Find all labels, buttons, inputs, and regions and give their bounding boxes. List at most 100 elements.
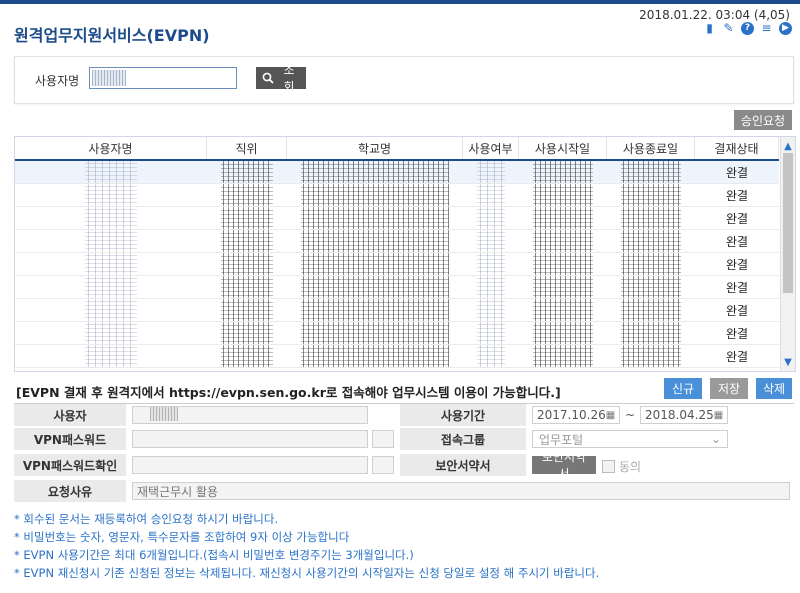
table-row[interactable]: 완결 <box>15 322 779 345</box>
redacted-cell <box>287 253 463 275</box>
access-group-value: 업무포털 <box>539 432 584 447</box>
table-row[interactable]: 완결 <box>15 253 779 276</box>
vpn-password-input[interactable] <box>132 430 368 448</box>
redacted-cell <box>607 345 695 367</box>
redaction-noise <box>221 299 273 321</box>
redacted-cell <box>15 207 207 229</box>
start-date-input[interactable]: 2017.10.26 ▦ <box>532 406 620 424</box>
vpn-password-confirm-input[interactable] <box>132 456 368 474</box>
redacted-cell <box>607 276 695 298</box>
table-row[interactable]: 완결 <box>15 207 779 230</box>
redaction-noise <box>621 299 681 321</box>
form-row-vpn-pw-confirm: VPN패스워드확인 보안서약서 보안서약서 동의 <box>14 450 794 481</box>
delete-button[interactable]: 삭제 <box>756 378 792 399</box>
redacted-cell <box>607 253 695 275</box>
redaction-noise <box>85 253 137 275</box>
vpn-pw-check-box <box>372 430 394 448</box>
grid-header: 사용자명 직위 학교명 사용여부 사용시작일 사용종료일 결재상태 <box>15 137 779 161</box>
access-group-select[interactable]: 업무포털 ⌄ <box>532 430 728 448</box>
redaction-noise <box>533 253 593 275</box>
security-pledge-button[interactable]: 보안서약서 <box>532 450 596 481</box>
table-row[interactable]: 완결 <box>15 161 779 184</box>
redaction-noise <box>221 161 273 183</box>
redaction-noise <box>477 184 505 206</box>
redacted-cell <box>15 299 207 321</box>
save-button[interactable]: 저장 <box>710 378 748 399</box>
redaction-noise <box>85 345 137 367</box>
grid-scrollbar[interactable]: ▲ ▼ <box>780 137 795 371</box>
form-row-reason: 요청사유 재택근무시 활용 <box>14 480 794 503</box>
redacted-cell <box>463 253 519 275</box>
status-cell: 완결 <box>725 257 749 272</box>
col-header[interactable]: 사용여부 <box>463 137 519 159</box>
redaction-noise <box>477 161 505 183</box>
play-icon[interactable]: ▶ <box>779 22 792 35</box>
status-cell: 완결 <box>725 280 749 295</box>
redacted-user <box>150 407 178 421</box>
redacted-cell <box>287 322 463 344</box>
edit-icon[interactable]: ✎ <box>722 22 735 35</box>
col-header[interactable]: 사용시작일 <box>519 137 607 159</box>
redaction-noise <box>301 184 449 206</box>
redacted-cell <box>15 253 207 275</box>
table-row[interactable]: 완결 <box>15 345 779 368</box>
search-label: 사용자명 <box>35 74 80 88</box>
redaction-noise <box>533 207 593 229</box>
redacted-cell <box>463 207 519 229</box>
col-header[interactable]: 결재상태 <box>695 137 779 159</box>
redacted-cell <box>287 207 463 229</box>
search-button[interactable]: 조회 <box>256 63 306 94</box>
scroll-thumb[interactable] <box>783 153 793 293</box>
redaction-noise <box>477 322 505 344</box>
chat-icon[interactable]: ▮ <box>703 22 716 35</box>
table-row[interactable]: 완결 <box>15 184 779 207</box>
checkbox-icon[interactable] <box>602 460 615 473</box>
redacted-cell <box>207 161 287 183</box>
redacted-cell <box>15 230 207 252</box>
reason-input[interactable]: 재택근무시 활용 <box>132 482 790 500</box>
table-row[interactable]: 완결 <box>15 299 779 322</box>
start-date-value: 2017.10.26 <box>537 408 606 422</box>
redaction-noise <box>221 230 273 252</box>
calendar-icon[interactable]: ▦ <box>714 410 723 421</box>
list-icon[interactable]: ≡ <box>760 22 773 35</box>
col-header[interactable]: 학교명 <box>287 137 463 159</box>
redacted-cell <box>207 253 287 275</box>
status-cell: 완결 <box>725 349 749 364</box>
col-header[interactable]: 사용종료일 <box>607 137 695 159</box>
note-item: * EVPN 재신청시 기존 신청된 정보는 삭제됩니다. 재신청시 사용기간의… <box>14 566 600 580</box>
help-icon[interactable]: ? <box>741 22 754 35</box>
table-row[interactable]: 완결 <box>15 276 779 299</box>
redaction-noise <box>621 322 681 344</box>
agree-checkbox[interactable]: 동의 <box>602 458 641 475</box>
redaction-noise <box>221 322 273 344</box>
redaction-noise <box>621 253 681 275</box>
header-toolbar: ▮ ✎ ? ≡ ▶ <box>703 22 792 35</box>
redaction-noise <box>221 207 273 229</box>
table-row[interactable]: 완결 <box>15 230 779 253</box>
col-header[interactable]: 사용자명 <box>15 137 207 159</box>
status-cell: 완결 <box>725 188 749 203</box>
user-label: 사용자 <box>14 404 126 427</box>
request-form: 사용자 사용기간 2017.10.26 ▦ ~ 2018.04.25 ▦ VPN패스… <box>14 403 794 503</box>
col-header[interactable]: 직위 <box>207 137 287 159</box>
datetime-display: 2018.01.22. 03:04 (4,05) <box>639 8 790 22</box>
end-date-input[interactable]: 2018.04.25 ▦ <box>640 406 728 424</box>
redacted-cell <box>15 276 207 298</box>
approve-request-button[interactable]: 승인요청 <box>734 110 792 130</box>
redacted-cell <box>519 207 607 229</box>
evpn-notice: [EVPN 결재 후 원격지에서 https://evpn.sen.go.kr로… <box>16 385 561 400</box>
redacted-cell <box>607 299 695 321</box>
vpn-pw-confirm-check-box <box>372 456 394 474</box>
chevron-down-icon[interactable]: ▼ <box>781 355 795 369</box>
status-cell: 완결 <box>725 303 749 318</box>
redacted-cell <box>607 184 695 206</box>
calendar-icon[interactable]: ▦ <box>606 410 615 421</box>
redaction-noise <box>533 161 593 183</box>
redacted-cell <box>463 322 519 344</box>
new-button[interactable]: 신규 <box>664 378 702 399</box>
chevron-up-icon[interactable]: ▲ <box>781 139 795 153</box>
redacted-cell <box>519 299 607 321</box>
status-cell: 완결 <box>725 211 749 226</box>
note-item: * EVPN 사용기간은 최대 6개월입니다.(접속시 비밀번호 변경주기는 3… <box>14 548 414 562</box>
